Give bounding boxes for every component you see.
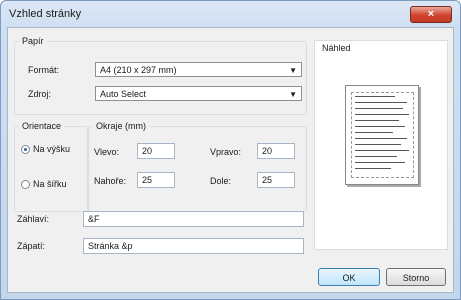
bottom-margin-input[interactable]: 25 [257, 172, 295, 188]
cancel-button[interactable]: Storno [386, 268, 446, 286]
preview-legend: Náhled [319, 43, 354, 53]
header-label: Záhlaví: [17, 214, 50, 224]
page-setup-dialog: Vzhled stránky × Papír Formát: A4 (210 x… [0, 0, 461, 300]
dialog-title: Vzhled stránky [9, 8, 82, 20]
chevron-down-icon: ▼ [289, 90, 297, 99]
page-preview-content [351, 92, 414, 178]
preview-text-line [355, 126, 405, 127]
orientation-legend: Orientace [19, 121, 65, 131]
landscape-radio[interactable] [21, 180, 30, 189]
close-button[interactable]: × [410, 6, 452, 23]
preview-text-line [355, 162, 405, 163]
preview-text-line [355, 168, 391, 169]
left-margin-label: Vlevo: [94, 147, 120, 157]
header-input[interactable]: &F [83, 211, 304, 227]
paper-legend: Papír [19, 36, 47, 46]
paper-group: Papír Formát: A4 (210 x 297 mm) ▼ Zdroj:… [14, 36, 307, 115]
chevron-down-icon: ▼ [289, 66, 297, 75]
preview-text-line [355, 132, 393, 133]
portrait-label[interactable]: Na výšku [33, 144, 70, 154]
top-margin-label: Nahoře: [94, 176, 127, 186]
preview-text-line [355, 138, 407, 139]
portrait-radio[interactable] [21, 145, 30, 154]
preview-panel: Náhled [314, 40, 448, 250]
preview-text-line [355, 120, 399, 121]
footer-label: Zápatí: [17, 241, 46, 251]
source-select[interactable]: Auto Select ▼ [95, 86, 302, 101]
source-value: Auto Select [100, 89, 147, 99]
left-margin-input[interactable]: 20 [137, 143, 175, 159]
format-select[interactable]: A4 (210 x 297 mm) ▼ [95, 62, 302, 77]
dialog-body: Papír Formát: A4 (210 x 297 mm) ▼ Zdroj:… [7, 27, 454, 293]
preview-text-line [355, 102, 407, 103]
format-label: Formát: [28, 65, 60, 75]
preview-text-line [355, 108, 403, 109]
right-margin-input[interactable]: 20 [257, 143, 295, 159]
ok-button[interactable]: OK [318, 268, 380, 286]
format-value: A4 (210 x 297 mm) [100, 65, 177, 75]
right-margin-label: Vpravo: [210, 147, 242, 157]
margins-group: Okraje (mm) Vlevo: 20 Vpravo: 20 Nahoře:… [88, 121, 307, 212]
preview-text-line [355, 156, 397, 157]
landscape-label[interactable]: Na šířku [33, 179, 67, 189]
top-margin-input[interactable]: 25 [137, 172, 175, 188]
preview-text-line [355, 150, 409, 151]
preview-text-line [355, 144, 401, 145]
preview-text-line [355, 114, 409, 115]
footer-input[interactable]: Stránka &p [83, 238, 304, 254]
source-label: Zdroj: [28, 89, 52, 99]
margins-legend: Okraje (mm) [93, 121, 149, 131]
page-preview-image [345, 85, 419, 185]
title-bar: Vzhled stránky × [1, 1, 460, 27]
orientation-group: Orientace Na výšku Na šířku [14, 121, 88, 212]
bottom-margin-label: Dole: [210, 176, 232, 186]
preview-text-line [355, 96, 395, 97]
